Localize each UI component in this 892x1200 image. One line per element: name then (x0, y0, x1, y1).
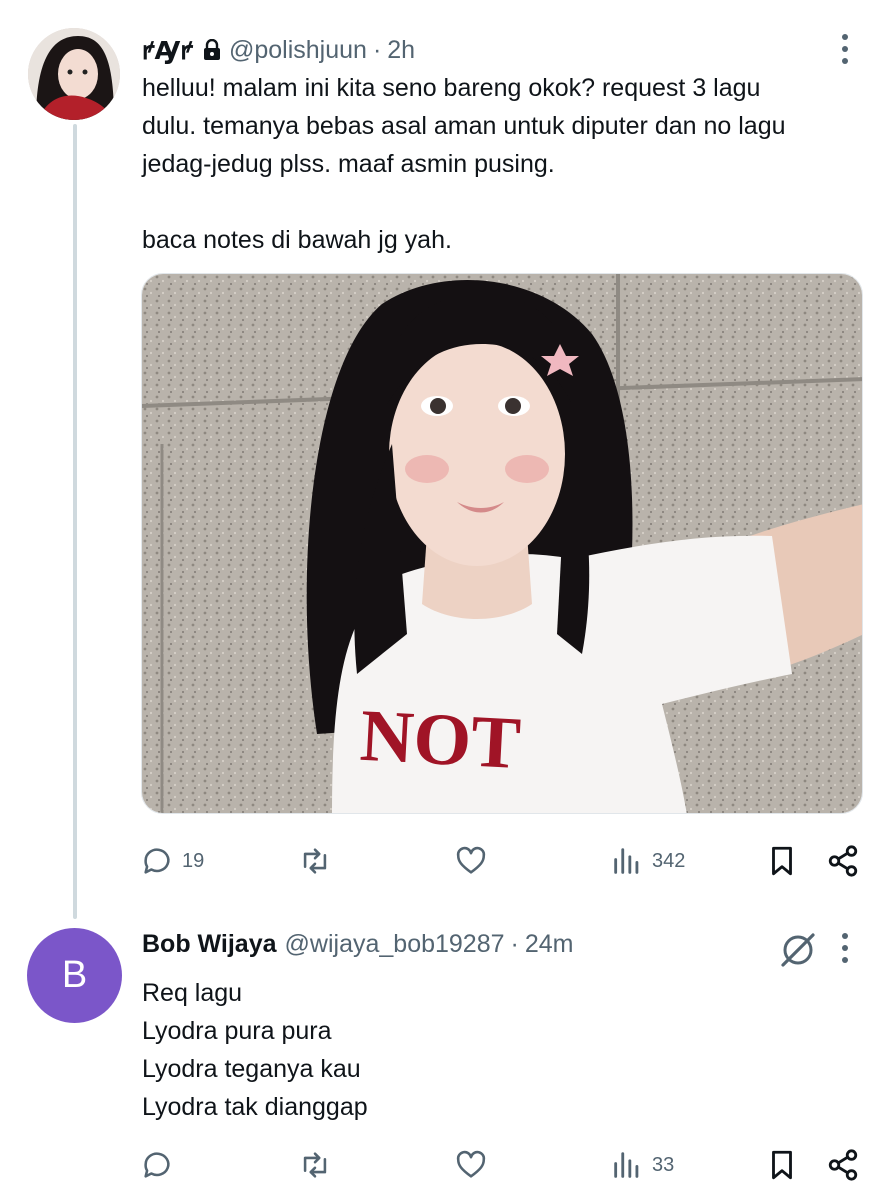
bookmark-icon (772, 1150, 792, 1180)
reply-button[interactable]: 19 (140, 844, 204, 878)
reply-action-bar: 33 (140, 1148, 860, 1188)
separator-dot: · (510, 930, 519, 958)
bookmark-button[interactable] (765, 844, 799, 878)
repost-button[interactable] (298, 844, 340, 878)
views-count: 33 (652, 1153, 675, 1176)
reply-header: Bob Wijaya @wijaya_bob19287 · 24m (142, 930, 573, 959)
bookmark-button[interactable] (765, 1148, 799, 1182)
avatar-letter: B (61, 954, 88, 996)
repost-button[interactable] (298, 1148, 340, 1182)
like-button[interactable] (454, 844, 496, 878)
post-header: ꝵꜼꝵ @polishjuun · 2h (142, 33, 415, 67)
svg-text:NOT: NOT (358, 695, 522, 785)
share-icon (828, 845, 858, 877)
reply-author-avatar[interactable]: B (27, 928, 122, 1023)
like-icon (456, 1150, 486, 1178)
more-options-icon[interactable] (840, 34, 850, 64)
reply-icon (144, 848, 170, 874)
thread-connector-line (73, 124, 77, 919)
reply-timestamp[interactable]: 24m (525, 930, 574, 959)
share-icon (828, 1149, 858, 1181)
post-text: helluu! malam ini kita seno bareng okok?… (142, 74, 786, 254)
views-button[interactable]: 342 (610, 844, 685, 878)
views-button[interactable]: 33 (610, 1148, 674, 1182)
like-button[interactable] (454, 1148, 496, 1182)
views-icon (614, 848, 639, 874)
reply-count: 19 (182, 849, 205, 872)
repost-icon (303, 1152, 327, 1178)
post-action-bar: 19 342 (140, 844, 860, 884)
reply-icon (144, 1152, 170, 1178)
author-display-name[interactable]: ꝵꜼꝵ (142, 33, 193, 67)
reply-more-options-icon[interactable] (840, 933, 850, 963)
reply-author-handle[interactable]: @wijaya_bob19287 (285, 930, 505, 959)
share-button[interactable] (826, 844, 860, 878)
reply-text: Req lagu Lyodra pura pura Lyodra teganya… (142, 979, 368, 1121)
author-handle[interactable]: @polishjuun (229, 36, 367, 65)
post-timestamp[interactable]: 2h (387, 36, 415, 65)
grok-icon[interactable] (777, 929, 819, 971)
bookmark-icon (772, 846, 792, 876)
author-avatar[interactable] (28, 28, 120, 120)
reply-author-display-name[interactable]: Bob Wijaya (142, 930, 277, 959)
separator-dot: · (372, 35, 382, 64)
share-button[interactable] (826, 1148, 860, 1182)
reply-button[interactable] (140, 1148, 182, 1182)
repost-icon (303, 848, 327, 874)
lock-icon (203, 38, 221, 61)
like-icon (456, 846, 486, 874)
post-image[interactable]: NOT (141, 273, 863, 814)
views-icon (614, 1152, 639, 1178)
views-count: 342 (652, 849, 686, 872)
